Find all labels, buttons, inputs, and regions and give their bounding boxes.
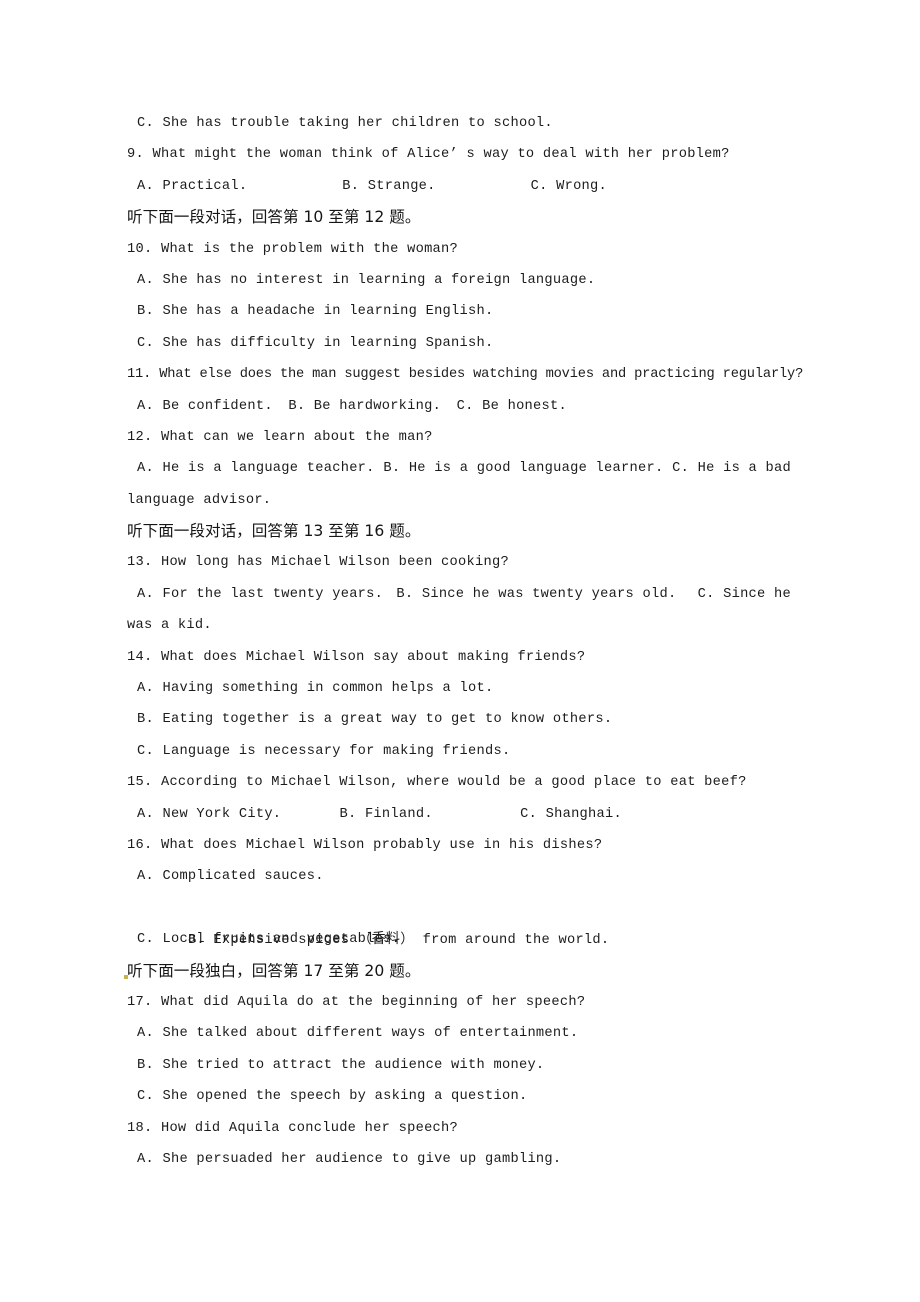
option-continuation: language advisor. (127, 492, 272, 508)
question-stem: 14. What does Michael Wilson say about m… (127, 649, 586, 665)
option-a: A. Practical. (137, 178, 248, 194)
option-gap (273, 391, 289, 422)
option-row: A. For the last twenty years. B. Since h… (137, 579, 791, 610)
option-c: C. Be honest. (456, 398, 567, 414)
option-c: C. He is a bad (672, 461, 791, 477)
option-b: B. Strange. (342, 178, 436, 194)
option-gap (281, 799, 339, 830)
option-gap (663, 453, 672, 484)
option-b: B. Since he was twenty years old. (396, 586, 677, 602)
option-c: C. Since he (697, 586, 791, 602)
option-c: C. Shanghai. (520, 806, 622, 822)
question-stem: 18. How did Aquila conclude her speech? (127, 1120, 459, 1136)
option-line: A. She talked about different ways of en… (137, 1026, 579, 1042)
option-c: C. Wrong. (530, 178, 608, 194)
option-line: B. She tried to attract the audience wit… (137, 1057, 545, 1073)
option-line: B. Eating together is a great way to get… (137, 712, 613, 728)
option-gap (375, 453, 384, 484)
option-text-after: ） from around the world. (400, 933, 610, 949)
option-a: A. For the last twenty years. (137, 586, 384, 602)
option-line: B. She has a headache in learning Englis… (137, 304, 494, 320)
question-stem: 12. What can we learn about the man? (127, 429, 433, 445)
question-stem: 16. What does Michael Wilson probably us… (127, 837, 603, 853)
option-gap (383, 579, 396, 610)
question-stem: 11. What else does the man suggest besid… (127, 367, 804, 383)
option-gap (433, 799, 520, 830)
option-line: C. Language is necessary for making frie… (137, 743, 511, 759)
question-list: C. She has trouble taking her children t… (127, 108, 804, 1175)
option-line: A. Having something in common helps a lo… (137, 681, 494, 697)
option-line: A. She has no interest in learning a for… (137, 272, 596, 288)
option-continuation: was a kid. (127, 618, 212, 634)
option-line: C. She opened the speech by asking a que… (137, 1089, 528, 1105)
question-stem: 17. What did Aquila do at the beginning … (127, 994, 586, 1010)
option-gap (436, 171, 531, 202)
option-gap (441, 391, 457, 422)
option-gap (676, 579, 697, 610)
question-stem: 9. What might the woman think of Alice’ … (127, 147, 730, 163)
question-stem: 13. How long has Michael Wilson been coo… (127, 555, 509, 571)
option-row: A. Be confident. B. Be hardworking. C. B… (137, 391, 567, 422)
direction-line: 听下面一段对话，回答第 13 至第 16 题。 (127, 522, 421, 541)
exam-page: C. She has trouble taking her children t… (0, 0, 920, 1302)
option-a: A. New York City. (137, 806, 282, 822)
direction-line: 听下面一段对话，回答第 10 至第 12 题。 (127, 208, 421, 227)
option-line: C. She has difficulty in learning Spanis… (137, 335, 494, 351)
option-b: B. He is a good language learner. (383, 461, 664, 477)
option-b: B. Finland. (339, 806, 433, 822)
option-a: A. Be confident. (137, 398, 273, 414)
option-row: A. He is a language teacher. B. He is a … (137, 453, 791, 484)
question-stem: 15. According to Michael Wilson, where w… (127, 775, 747, 791)
option-b: B. Be hardworking. (288, 398, 442, 414)
scan-artifact-mark (124, 975, 128, 979)
option-row: A. Practical. B. Strange. C. Wrong. (137, 171, 607, 202)
option-line-with-gloss: B. Expensive spices （香料） from around the… (137, 893, 791, 948)
option-gap (247, 171, 342, 202)
question-stem: 10. What is the problem with the woman? (127, 241, 459, 257)
direction-line: 听下面一段独白，回答第 17 至第 20 题。 (127, 961, 421, 980)
option-row: A. New York City. B. Finland. C. Shangha… (137, 799, 622, 830)
option-line: A. Complicated sauces. (137, 869, 324, 885)
option-a: A. He is a language teacher. (137, 461, 375, 477)
option-line: C. She has trouble taking her children t… (137, 116, 553, 131)
option-line: A. She persuaded her audience to give up… (137, 1151, 562, 1167)
